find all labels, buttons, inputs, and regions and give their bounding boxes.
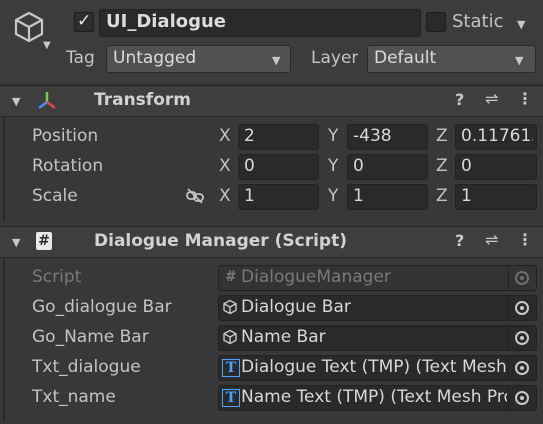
script-asset-icon: # (225, 270, 237, 284)
context-menu-icon[interactable]: ⋮ (517, 91, 533, 107)
csharp-script-icon: # (36, 232, 52, 250)
scale-x-axis[interactable]: X (219, 188, 231, 205)
script-object-picker (508, 266, 535, 290)
scale-y-axis[interactable]: Y (328, 188, 338, 205)
rotation-z-axis[interactable]: Z (436, 158, 448, 175)
scale-z-axis[interactable]: Z (436, 188, 448, 205)
object-picker-icon (515, 361, 529, 375)
script-foldout-icon[interactable]: ▼ (12, 236, 20, 249)
rotation-y-axis[interactable]: Y (328, 158, 338, 175)
script-help-icon[interactable]: ? (455, 233, 464, 249)
position-x-value: 2 (244, 128, 255, 145)
scale-label: Scale (32, 188, 78, 205)
tmp-text-icon: T (222, 389, 240, 407)
txt-dialogue-picker[interactable] (508, 356, 535, 380)
scale-x-value: 1 (244, 188, 255, 205)
scale-z-value: 1 (461, 188, 472, 205)
script-field-label: Script (32, 269, 82, 286)
active-checkbox[interactable]: ✓ (74, 11, 94, 32)
static-label: Static (452, 13, 504, 31)
txt-name-label: Txt_name (32, 389, 116, 406)
script-context-menu-icon[interactable]: ⋮ (517, 232, 533, 248)
script-presets-icon[interactable]: ⇌ (485, 232, 498, 248)
scale-y-value: 1 (353, 188, 364, 205)
gameobject-icon (223, 299, 237, 315)
position-x-axis[interactable]: X (219, 128, 231, 145)
position-y-value: -438 (353, 128, 392, 145)
script-left-rule (3, 257, 5, 421)
icon-dropdown-caret-icon[interactable]: ▼ (43, 40, 51, 51)
static-checkbox[interactable] (426, 12, 446, 32)
rotation-x-axis[interactable]: X (219, 158, 231, 175)
object-picker-icon (515, 391, 529, 405)
object-picker-icon (515, 301, 529, 315)
position-y-axis[interactable]: Y (328, 128, 338, 145)
txt-dialogue-label: Txt_dialogue (32, 359, 141, 376)
transform-foldout-icon[interactable]: ▼ (12, 95, 20, 108)
constrain-proportions-link-icon[interactable] (185, 187, 205, 205)
txt-name-picker[interactable] (508, 386, 535, 410)
tag-value: Untagged (113, 50, 197, 67)
rotation-z-value: 0 (461, 158, 472, 175)
go-dialogue-bar-value: Dialogue Bar (241, 299, 351, 316)
dialogue-manager-title: Dialogue Manager (Script) (94, 233, 347, 250)
txt-dialogue-value: Dialogue Text (TMP) (Text Mesh Pro) (241, 359, 507, 376)
object-picker-icon (515, 271, 529, 285)
layer-label: Layer (311, 50, 359, 67)
check-icon: ✓ (77, 11, 92, 31)
transform-left-rule (3, 116, 5, 222)
script-field-value: DialogueManager (241, 269, 391, 286)
object-name-text: UI_Dialogue (106, 13, 227, 31)
rotation-y-value: 0 (353, 158, 364, 175)
gameobject-cube-icon[interactable] (12, 10, 46, 44)
go-name-bar-label: Go_Name Bar (32, 329, 149, 346)
rotation-label: Rotation (32, 158, 104, 175)
go-name-bar-picker[interactable] (508, 326, 535, 350)
go-name-bar-value: Name Bar (241, 329, 326, 346)
tmp-text-icon: T (222, 359, 240, 377)
transform-title: Transform (94, 92, 191, 109)
layer-dropdown-arrow-icon: ▼ (515, 54, 524, 67)
help-icon[interactable]: ? (455, 92, 464, 108)
txt-name-value: Name Text (TMP) (Text Mesh Pro) (241, 389, 507, 406)
position-z-axis[interactable]: Z (436, 128, 448, 145)
tag-label: Tag (66, 50, 95, 67)
go-dialogue-bar-picker[interactable] (508, 296, 535, 320)
gameobject-icon (223, 329, 237, 345)
rotation-x-value: 0 (244, 158, 255, 175)
tag-dropdown-arrow-icon: ▼ (272, 54, 281, 67)
presets-icon[interactable]: ⇌ (485, 91, 498, 107)
position-label: Position (32, 128, 99, 145)
layer-value: Default (374, 50, 437, 67)
transform-axes-icon (38, 92, 56, 109)
static-dropdown-caret-icon[interactable]: ▼ (517, 18, 525, 31)
object-picker-icon (515, 331, 529, 345)
go-dialogue-bar-label: Go_dialogue Bar (32, 299, 172, 316)
position-z-value: 0.117613 (461, 128, 533, 145)
